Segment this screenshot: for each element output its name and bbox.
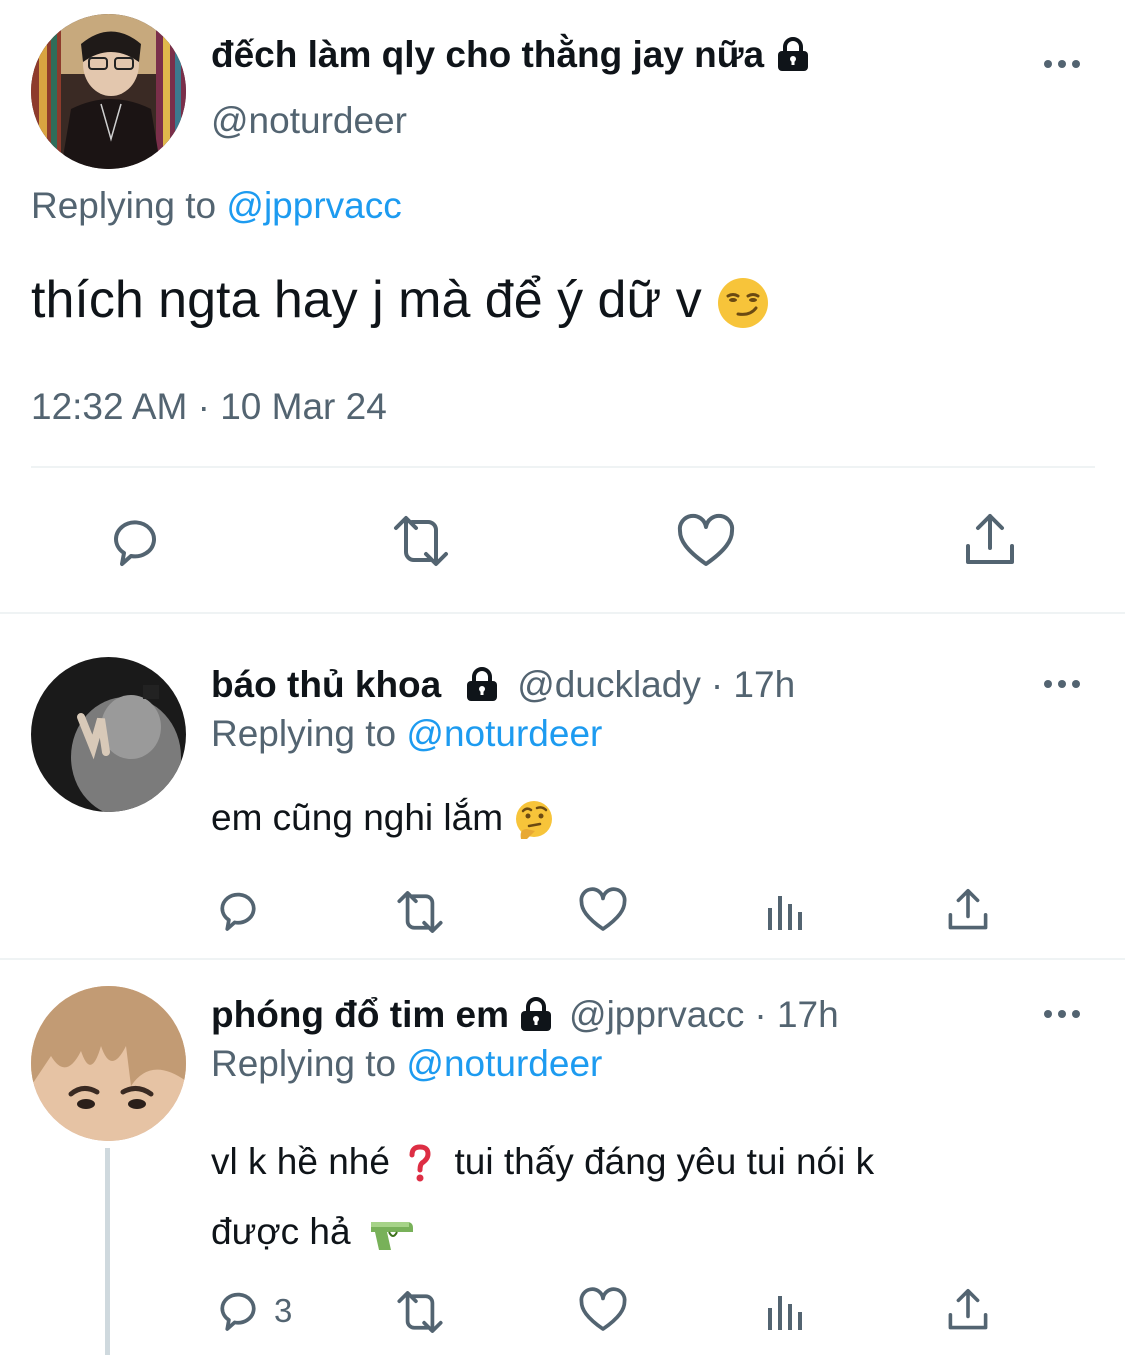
replying-to: Replying to @noturdeer <box>211 1043 603 1084</box>
more-options-icon[interactable] <box>1044 60 1080 68</box>
smirking-face-icon <box>716 276 770 330</box>
thinking-face-icon <box>513 799 555 841</box>
time[interactable]: · 17h <box>711 664 795 706</box>
like-icon[interactable] <box>578 886 628 934</box>
tweet-text: thích ngta hay j mà để ý dữ v <box>31 270 770 330</box>
share-icon[interactable] <box>944 1286 992 1334</box>
more-options-icon[interactable] <box>1044 680 1080 688</box>
avatar[interactable] <box>31 986 186 1141</box>
like-icon[interactable] <box>676 512 736 570</box>
views-icon[interactable] <box>764 1290 808 1334</box>
separator <box>31 466 1095 468</box>
red-question-mark-icon <box>408 1144 432 1184</box>
reply-header: phóng đổ tim em @jpprvacc · 17h <box>211 994 839 1036</box>
lock-icon <box>772 34 814 76</box>
avatar[interactable] <box>31 657 186 812</box>
replying-to-link[interactable]: @jpprvacc <box>226 185 401 226</box>
display-name[interactable]: báo thủ khoa <box>211 664 441 706</box>
replying-to: Replying to @jpprvacc <box>31 185 402 226</box>
display-name[interactable]: phóng đổ tim em <box>211 994 509 1036</box>
reply-icon[interactable] <box>214 1286 262 1334</box>
section-divider <box>0 958 1125 960</box>
views-icon[interactable] <box>764 890 808 934</box>
display-name[interactable]: đếch làm qly cho thằng jay nữa <box>211 34 814 76</box>
lock-icon <box>515 994 557 1036</box>
avatar[interactable] <box>31 14 186 169</box>
time[interactable]: · 17h <box>754 994 838 1036</box>
like-icon[interactable] <box>578 1286 628 1334</box>
reply-header: báo thủ khoa @ducklady · 17h <box>211 664 795 706</box>
share-icon[interactable] <box>960 510 1020 570</box>
reply-count: 3 <box>274 1292 293 1329</box>
reply-text: em cũng nghi lắm <box>211 797 555 841</box>
handle[interactable]: @noturdeer <box>211 100 407 142</box>
reply-icon[interactable] <box>106 512 164 570</box>
replying-to-link[interactable]: @noturdeer <box>406 713 602 754</box>
retweet-icon[interactable] <box>391 1288 449 1336</box>
share-icon[interactable] <box>944 886 992 934</box>
replying-to: Replying to @noturdeer <box>211 713 603 754</box>
handle[interactable]: @jpprvacc <box>569 994 744 1036</box>
timestamp[interactable]: 12:32 AM · 10 Mar 24 <box>31 386 387 428</box>
handle[interactable]: @ducklady <box>517 664 701 706</box>
reply-icon[interactable] <box>214 886 262 934</box>
section-divider <box>0 612 1125 614</box>
water-pistol-icon <box>367 1214 415 1254</box>
retweet-icon[interactable] <box>391 888 449 936</box>
lock-icon <box>461 664 503 706</box>
reply-text: vl k hề nhé tui thấy đáng yêu tui nói k … <box>211 1127 874 1267</box>
more-options-icon[interactable] <box>1044 1010 1080 1018</box>
thread-line <box>105 1148 110 1355</box>
retweet-icon[interactable] <box>386 512 456 570</box>
replying-to-link[interactable]: @noturdeer <box>406 1043 602 1084</box>
